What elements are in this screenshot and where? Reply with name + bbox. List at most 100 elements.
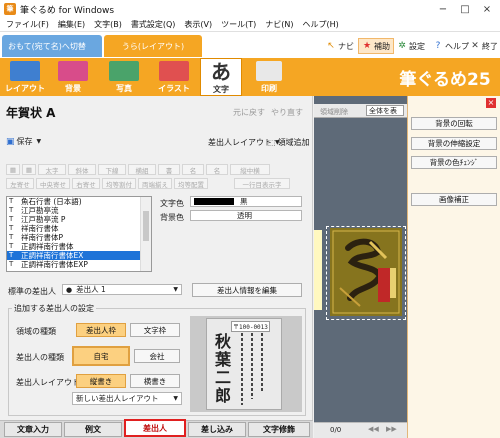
format-button[interactable]: 名 xyxy=(206,164,228,175)
distribute-button[interactable]: 均等配置 xyxy=(174,178,208,189)
format-icon[interactable]: ▦ xyxy=(6,164,20,175)
font-item[interactable]: T 祥南行書体P xyxy=(7,233,151,242)
stretch-background-button[interactable]: 背景の伸縮設定 xyxy=(411,137,497,150)
justify-button[interactable]: 均等割付 xyxy=(102,178,136,189)
menu-edit[interactable]: 編集(E) xyxy=(58,19,85,30)
align-left-button[interactable]: 左寄せ xyxy=(6,178,34,189)
menu-tools[interactable]: ツール(T) xyxy=(221,19,256,30)
format-button[interactable]: 名 xyxy=(182,164,204,175)
tab-sample-text[interactable]: 例文 xyxy=(64,422,122,437)
horizontal-button[interactable]: 横組 xyxy=(128,164,156,175)
underline-button[interactable]: 下線 xyxy=(98,164,126,175)
scrollbar-thumb[interactable] xyxy=(143,211,149,241)
delete-area-button[interactable]: 領域削除 xyxy=(320,107,348,117)
align-center-button[interactable]: 中央寄せ xyxy=(36,178,70,189)
tab-text-decoration[interactable]: 文字修飾 xyxy=(248,422,310,437)
image-correction-button[interactable]: 画像補正 xyxy=(411,193,497,206)
change-background-color-button[interactable]: 背景の色ﾁｪﾝｼﾞ xyxy=(411,156,497,169)
font-list-scrollbar[interactable] xyxy=(140,197,151,271)
first-line-button[interactable]: 一行目表示字 xyxy=(234,178,290,189)
chevron-down-icon: ▼ xyxy=(173,395,178,402)
category-illust[interactable]: イラスト xyxy=(153,60,195,94)
document-title: 年賀状 A xyxy=(6,106,56,120)
menu-help[interactable]: ヘルプ(H) xyxy=(303,19,339,30)
menu-text[interactable]: 文字(B) xyxy=(94,19,122,30)
font-item[interactable]: T 正調祥南行書体EXP xyxy=(7,260,151,269)
name-char: 秋 xyxy=(214,332,231,351)
font-item-selected[interactable]: T 正調祥南行書体EX xyxy=(7,251,151,260)
category-background[interactable]: 背景 xyxy=(52,60,94,94)
font-item[interactable]: T 江戸勘亭流 xyxy=(7,206,151,215)
sender-name-column: 秋 葉 二 郎 xyxy=(213,332,233,405)
save-button[interactable]: ▣ 保存 ▼ xyxy=(6,136,41,147)
settings-button[interactable]: ✲ 設定 xyxy=(397,38,425,54)
menu-view[interactable]: 表示(V) xyxy=(184,19,212,30)
layout-horizontal[interactable]: 横書き xyxy=(130,374,180,388)
category-photo[interactable]: 写真 xyxy=(103,60,145,94)
back-layout-tab[interactable]: うら(レイアウト) xyxy=(104,35,202,57)
tab-merge[interactable]: 差し込み xyxy=(188,422,246,437)
name-char: 郎 xyxy=(214,386,231,405)
standard-sender-select[interactable]: ● 差出人 1 ▼ xyxy=(62,284,182,295)
window-title: 筆ぐるめ for Windows xyxy=(20,5,115,16)
font-type-icon: T xyxy=(9,260,14,268)
next-page-icon[interactable]: ▶▶ xyxy=(386,425,397,433)
category-illust-label: イラスト xyxy=(158,84,190,93)
category-text[interactable]: あ 文字 xyxy=(200,58,242,96)
format-button[interactable]: 書 xyxy=(158,164,180,175)
help-button[interactable]: ? ヘルプ xyxy=(433,38,469,54)
text-color-value: 黒 xyxy=(240,197,248,206)
text-color-label: 文字色 xyxy=(160,199,184,208)
category-print[interactable]: 印刷 xyxy=(248,60,290,94)
format-row-2: 左寄せ 中央寄せ 右寄せ 均等割付 両端揃え 均等配置 一行目表示字 xyxy=(6,178,290,189)
category-photo-label: 写真 xyxy=(116,84,132,93)
minimize-button[interactable]: − xyxy=(433,0,453,18)
navi-button[interactable]: ↖ ナビ xyxy=(326,38,354,54)
font-item[interactable]: T 祥南行書体 xyxy=(7,224,151,233)
tab-sender[interactable]: 差出人 xyxy=(124,419,186,437)
menu-navi[interactable]: ナビ(N) xyxy=(265,19,293,30)
rotate-background-button[interactable]: 背景の回転 xyxy=(411,117,497,130)
bg-color-select[interactable]: 透明 xyxy=(190,210,302,221)
exit-button[interactable]: ✕ 終了 xyxy=(470,38,498,54)
menu-file[interactable]: ファイル(F) xyxy=(6,19,49,30)
tab-text-input[interactable]: 文章入力 xyxy=(4,422,62,437)
format-icon[interactable]: ▦ xyxy=(22,164,36,175)
text-color-select[interactable]: 黒 xyxy=(190,196,302,207)
font-item[interactable]: T 江戸勘亭流 P xyxy=(7,215,151,224)
undo-button[interactable]: 元に戻す xyxy=(233,107,265,118)
prev-page-icon[interactable]: ◀◀ xyxy=(368,425,379,433)
switch-to-front-tab[interactable]: おもて(宛て名)へ切替 xyxy=(2,35,102,57)
zoom-select[interactable]: 全体を表 xyxy=(366,105,404,116)
close-window-button[interactable]: × xyxy=(477,0,497,18)
area-type-text-frame[interactable]: 文字枠 xyxy=(130,323,180,337)
close-panel-icon[interactable]: × xyxy=(486,98,496,108)
area-type-sender-frame[interactable]: 差出人枠 xyxy=(76,323,126,337)
category-background-label: 背景 xyxy=(65,84,81,93)
assist-button[interactable]: ★ 補助 xyxy=(358,38,394,54)
redo-button[interactable]: やり直す xyxy=(271,107,303,118)
menu-format[interactable]: 書式設定(Q) xyxy=(131,19,176,30)
category-layout[interactable]: レイアウト xyxy=(4,60,46,94)
both-ends-button[interactable]: 両端揃え xyxy=(138,178,172,189)
sender-type-home[interactable]: 自宅 xyxy=(72,346,130,366)
font-item[interactable]: T 正調祥南行書体 xyxy=(7,242,151,251)
edit-sender-info-button[interactable]: 差出人情報を編集 xyxy=(192,283,302,297)
sender-layout-label: 差出人レイアウト xyxy=(208,138,272,147)
card-canvas[interactable] xyxy=(330,228,402,316)
gear-icon: ✲ xyxy=(398,41,406,51)
area-add-button[interactable]: ⬚ 領域追加 xyxy=(268,137,310,148)
help-label: ヘルプ xyxy=(445,41,469,51)
maximize-button[interactable]: □ xyxy=(455,0,475,18)
layout-vertical[interactable]: 縦書き xyxy=(76,374,126,388)
bold-button[interactable]: 太字 xyxy=(38,164,66,175)
area-type-label: 領域の種類 xyxy=(16,327,56,336)
font-item[interactable]: T 魚石行書 (日本語) xyxy=(7,197,151,206)
standard-sender-value: 差出人 1 xyxy=(76,285,106,294)
sender-type-company[interactable]: 会社 xyxy=(134,349,180,363)
italic-button[interactable]: 斜体 xyxy=(68,164,96,175)
font-list[interactable]: T 魚石行書 (日本語) T 江戸勘亭流 T 江戸勘亭流 P T 祥南行書体 T 祥南行書… xyxy=(6,196,152,272)
new-sender-layout-select[interactable]: 新しい差出人レイアウト ▼ xyxy=(72,392,182,405)
tate-chu-yoko-button[interactable]: 縦中横 xyxy=(230,164,270,175)
align-right-button[interactable]: 右寄せ xyxy=(72,178,100,189)
